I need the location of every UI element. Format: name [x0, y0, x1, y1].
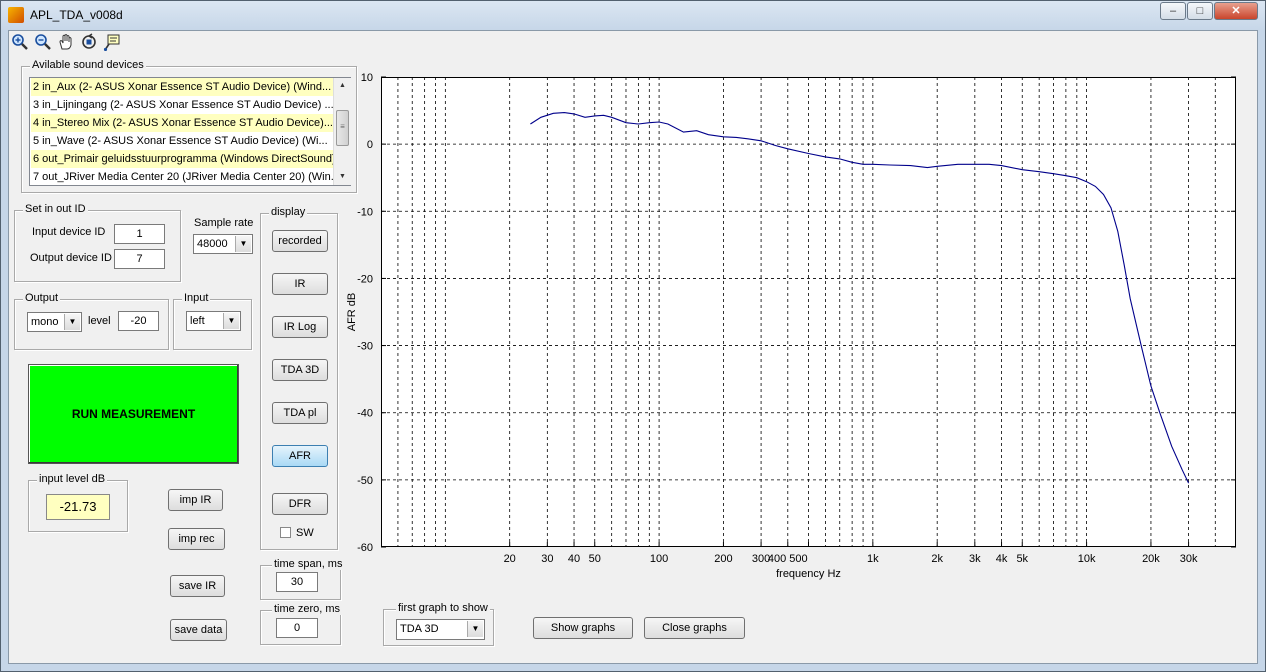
device-list-item[interactable]: 2 in_Aux (2- ASUS Xonar Essence ST Audio… [31, 78, 333, 96]
dropdown-arrow-icon[interactable]: ▼ [223, 313, 239, 329]
y-tick-label: -50 [357, 475, 373, 487]
io-id-legend: Set in out ID [23, 203, 88, 215]
x-tick-label: 2k [931, 553, 943, 565]
minimize-button[interactable]: – [1160, 2, 1186, 20]
display-dfr-button[interactable]: DFR [272, 493, 328, 515]
close-window-button[interactable]: ✕ [1214, 2, 1258, 20]
x-tick-label: 20 [504, 553, 516, 565]
input-level-value: -21.73 [46, 494, 110, 520]
x-tick-label: 100 [650, 553, 668, 565]
save-data-button[interactable]: save data [170, 619, 227, 641]
device-listbox[interactable]: 2 in_Aux (2- ASUS Xonar Essence ST Audio… [29, 77, 351, 186]
x-tick-label: 10k [1078, 553, 1096, 565]
time-zero-legend: time zero, ms [272, 603, 343, 615]
output-legend: Output [23, 292, 61, 304]
sample-rate-label: Sample rate [194, 217, 254, 229]
output-device-id-label: Output device ID [30, 252, 112, 264]
rotate-3d-icon[interactable] [80, 33, 98, 51]
display-ir-log-button[interactable]: IR Log [272, 316, 328, 338]
y-tick-label: -60 [357, 542, 373, 554]
x-tick-label: 1k [867, 553, 879, 565]
input-channel-select[interactable]: left ▼ [186, 311, 241, 331]
first-graph-select[interactable]: TDA 3D ▼ [396, 619, 485, 640]
x-tick-label: 200 [714, 553, 732, 565]
output-level-field[interactable]: -20 [118, 311, 159, 331]
zoom-in-icon[interactable] [11, 33, 29, 51]
io-id-panel: Set in out ID [14, 203, 181, 282]
x-axis-label: frequency Hz [776, 568, 841, 580]
device-list-item[interactable]: 5 in_Wave (2- ASUS Xonar Essence ST Audi… [31, 132, 333, 150]
data-cursor-icon[interactable] [103, 33, 121, 52]
y-tick-label: -20 [357, 273, 373, 285]
x-tick-label: 20k [1142, 553, 1160, 565]
x-tick-label: 3k [969, 553, 981, 565]
y-tick-label: 10 [361, 72, 373, 84]
device-list-item[interactable]: 7 out_JRiver Media Center 20 (JRiver Med… [31, 168, 333, 185]
afr-series-line [530, 112, 1190, 484]
x-tick-label: 400 500 [768, 553, 808, 565]
devices-legend: Avilable sound devices [30, 59, 146, 71]
x-tick-label: 4k [996, 553, 1008, 565]
dropdown-arrow-icon[interactable]: ▼ [467, 621, 483, 637]
sw-label: SW [296, 527, 314, 539]
sample-rate-select[interactable]: 48000 ▼ [193, 234, 253, 254]
import-ir-button[interactable]: imp IR [168, 489, 223, 511]
input-device-id-label: Input device ID [32, 226, 106, 238]
output-mode-value: mono [31, 316, 59, 328]
input-legend: Input [182, 292, 211, 304]
y-axis-label: AFR dB [346, 293, 358, 332]
first-graph-legend: first graph to show [396, 602, 490, 614]
save-ir-button[interactable]: save IR [170, 575, 225, 597]
dropdown-arrow-icon[interactable]: ▼ [235, 236, 251, 252]
window-title: APL_TDA_v008d [30, 8, 123, 22]
x-tick-label: 50 [589, 553, 601, 565]
time-span-legend: time span, ms [272, 558, 345, 570]
x-tick-label: 30k [1180, 553, 1198, 565]
first-graph-value: TDA 3D [400, 623, 439, 635]
title-bar[interactable]: APL_TDA_v008d – □ ✕ [0, 0, 1266, 30]
level-label: level [88, 315, 111, 327]
device-list-item[interactable]: 3 in_Lijningang (2- ASUS Xonar Essence S… [31, 96, 333, 114]
import-recording-button[interactable]: imp rec [168, 528, 225, 550]
show-graphs-button[interactable]: Show graphs [533, 617, 633, 639]
sw-checkbox[interactable] [280, 527, 291, 538]
x-tick-label: 40 [568, 553, 580, 565]
x-tick-label: 30 [541, 553, 553, 565]
input-device-id-field[interactable]: 1 [114, 224, 165, 244]
output-mode-select[interactable]: mono ▼ [27, 312, 82, 332]
display-ir-button[interactable]: IR [272, 273, 328, 295]
y-tick-label: 0 [367, 139, 373, 151]
pan-hand-icon[interactable] [57, 33, 75, 51]
matlab-icon [8, 7, 24, 23]
output-device-id-field[interactable]: 7 [114, 249, 165, 269]
display-recorded-button[interactable]: recorded [272, 230, 328, 252]
maximize-button[interactable]: □ [1187, 2, 1213, 20]
device-list-item[interactable]: 6 out_Primair geluidsstuurprogramma (Win… [31, 150, 333, 168]
sample-rate-value: 48000 [197, 238, 228, 250]
input-channel-value: left [190, 315, 205, 327]
figure-toolbar [8, 30, 1258, 54]
y-tick-label: -10 [357, 206, 373, 218]
x-tick-label: 5k [1016, 553, 1028, 565]
time-zero-field[interactable]: 0 [276, 618, 318, 638]
y-tick-label: -40 [357, 408, 373, 420]
input-level-legend: input level dB [37, 473, 108, 485]
zoom-out-icon[interactable] [34, 33, 52, 51]
display-legend: display [269, 206, 308, 218]
display-tda-3d-button[interactable]: TDA 3D [272, 359, 328, 381]
display-afr-button[interactable]: AFR [272, 445, 328, 467]
afr-chart: 100-10-20-30-40-50-6020 30 40 50 100 200 30040… [346, 72, 1236, 580]
device-list-item[interactable]: 4 in_Stereo Mix (2- ASUS Xonar Essence S… [31, 114, 333, 132]
y-tick-label: -30 [357, 341, 373, 353]
close-graphs-button[interactable]: Close graphs [644, 617, 745, 639]
run-measurement-button[interactable]: RUN MEASUREMENT [28, 364, 239, 464]
time-span-field[interactable]: 30 [276, 572, 318, 592]
display-tda-pl-button[interactable]: TDA pl [272, 402, 328, 424]
dropdown-arrow-icon[interactable]: ▼ [64, 314, 80, 330]
